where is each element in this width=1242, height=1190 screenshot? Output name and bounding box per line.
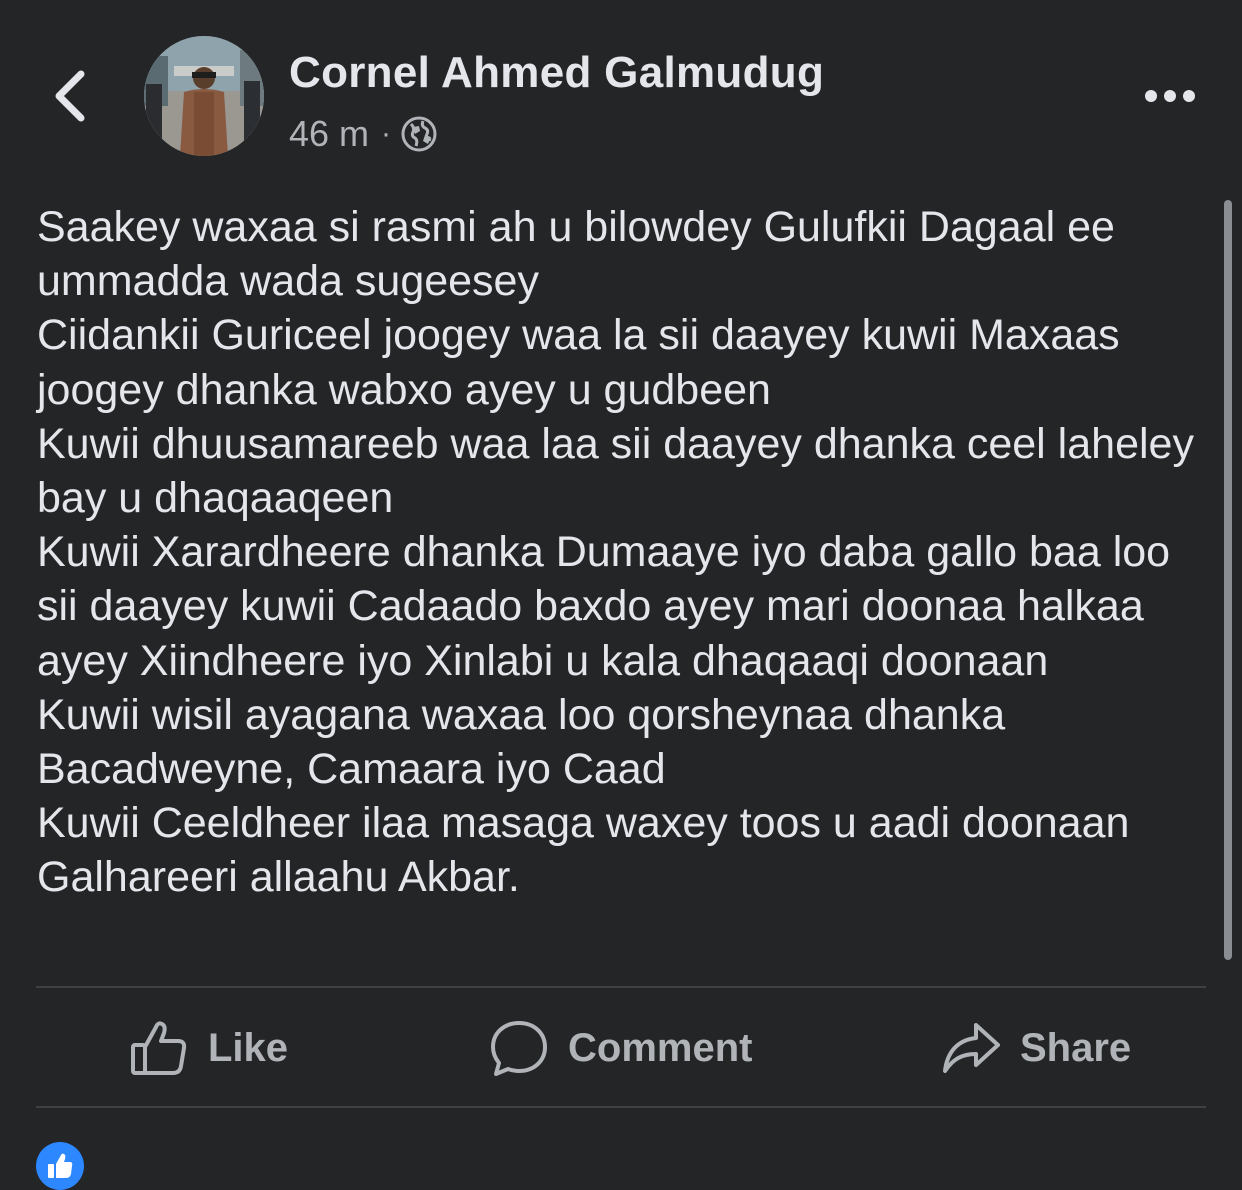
post-time[interactable]: 46 m [289, 113, 369, 155]
chevron-left-icon [55, 70, 85, 122]
back-button[interactable] [40, 64, 100, 128]
post-line: Kuwii Ceeldheer ilaa masaga waxey toos u… [37, 799, 1130, 902]
thumbs-up-icon [130, 1019, 188, 1077]
post-line: Kuwii wisil ayagana waxaa loo qorsheynaa… [37, 690, 1006, 794]
post-line: Saakey waxaa si rasmi ah u bilowdey Gulu… [37, 203, 1115, 306]
divider-top [36, 986, 1206, 988]
like-button[interactable]: Like [130, 990, 288, 1106]
more-options-button[interactable] [1138, 76, 1202, 116]
post-meta: 46 m · [289, 112, 437, 156]
avatar-photo [144, 36, 264, 156]
share-arrow-icon [942, 1019, 1000, 1077]
scrollbar[interactable] [1224, 200, 1232, 960]
like-reaction-badge[interactable] [36, 1142, 84, 1190]
more-horizontal-icon [1145, 90, 1195, 102]
post-text: Saakey waxaa si rasmi ah u bilowdey Gulu… [37, 200, 1217, 905]
divider-bottom [36, 1106, 1206, 1108]
avatar[interactable] [144, 36, 264, 156]
meta-separator: · [381, 117, 392, 150]
comment-button[interactable]: Comment [490, 990, 752, 1106]
share-label: Share [1020, 1025, 1132, 1070]
comment-label: Comment [568, 1025, 753, 1070]
author-name[interactable]: Cornel Ahmed Galmudug [289, 48, 824, 98]
action-bar: Like Comment Share [36, 990, 1206, 1106]
thumbs-up-icon [48, 1153, 73, 1178]
share-button[interactable]: Share [942, 990, 1131, 1106]
comment-bubble-icon [490, 1019, 548, 1077]
post-header: Cornel Ahmed Galmudug 46 m · [0, 0, 1242, 170]
globe-icon[interactable] [401, 116, 437, 152]
like-label: Like [208, 1025, 289, 1070]
post-line: Ciidankii Guriceel joogey waa la sii daa… [37, 311, 1120, 414]
post-line: Kuwii dhuusamareeb waa laa sii daayey dh… [37, 419, 1194, 523]
post-line: Kuwii Xarardheere dhanka Dumaaye iyo dab… [37, 528, 1171, 685]
